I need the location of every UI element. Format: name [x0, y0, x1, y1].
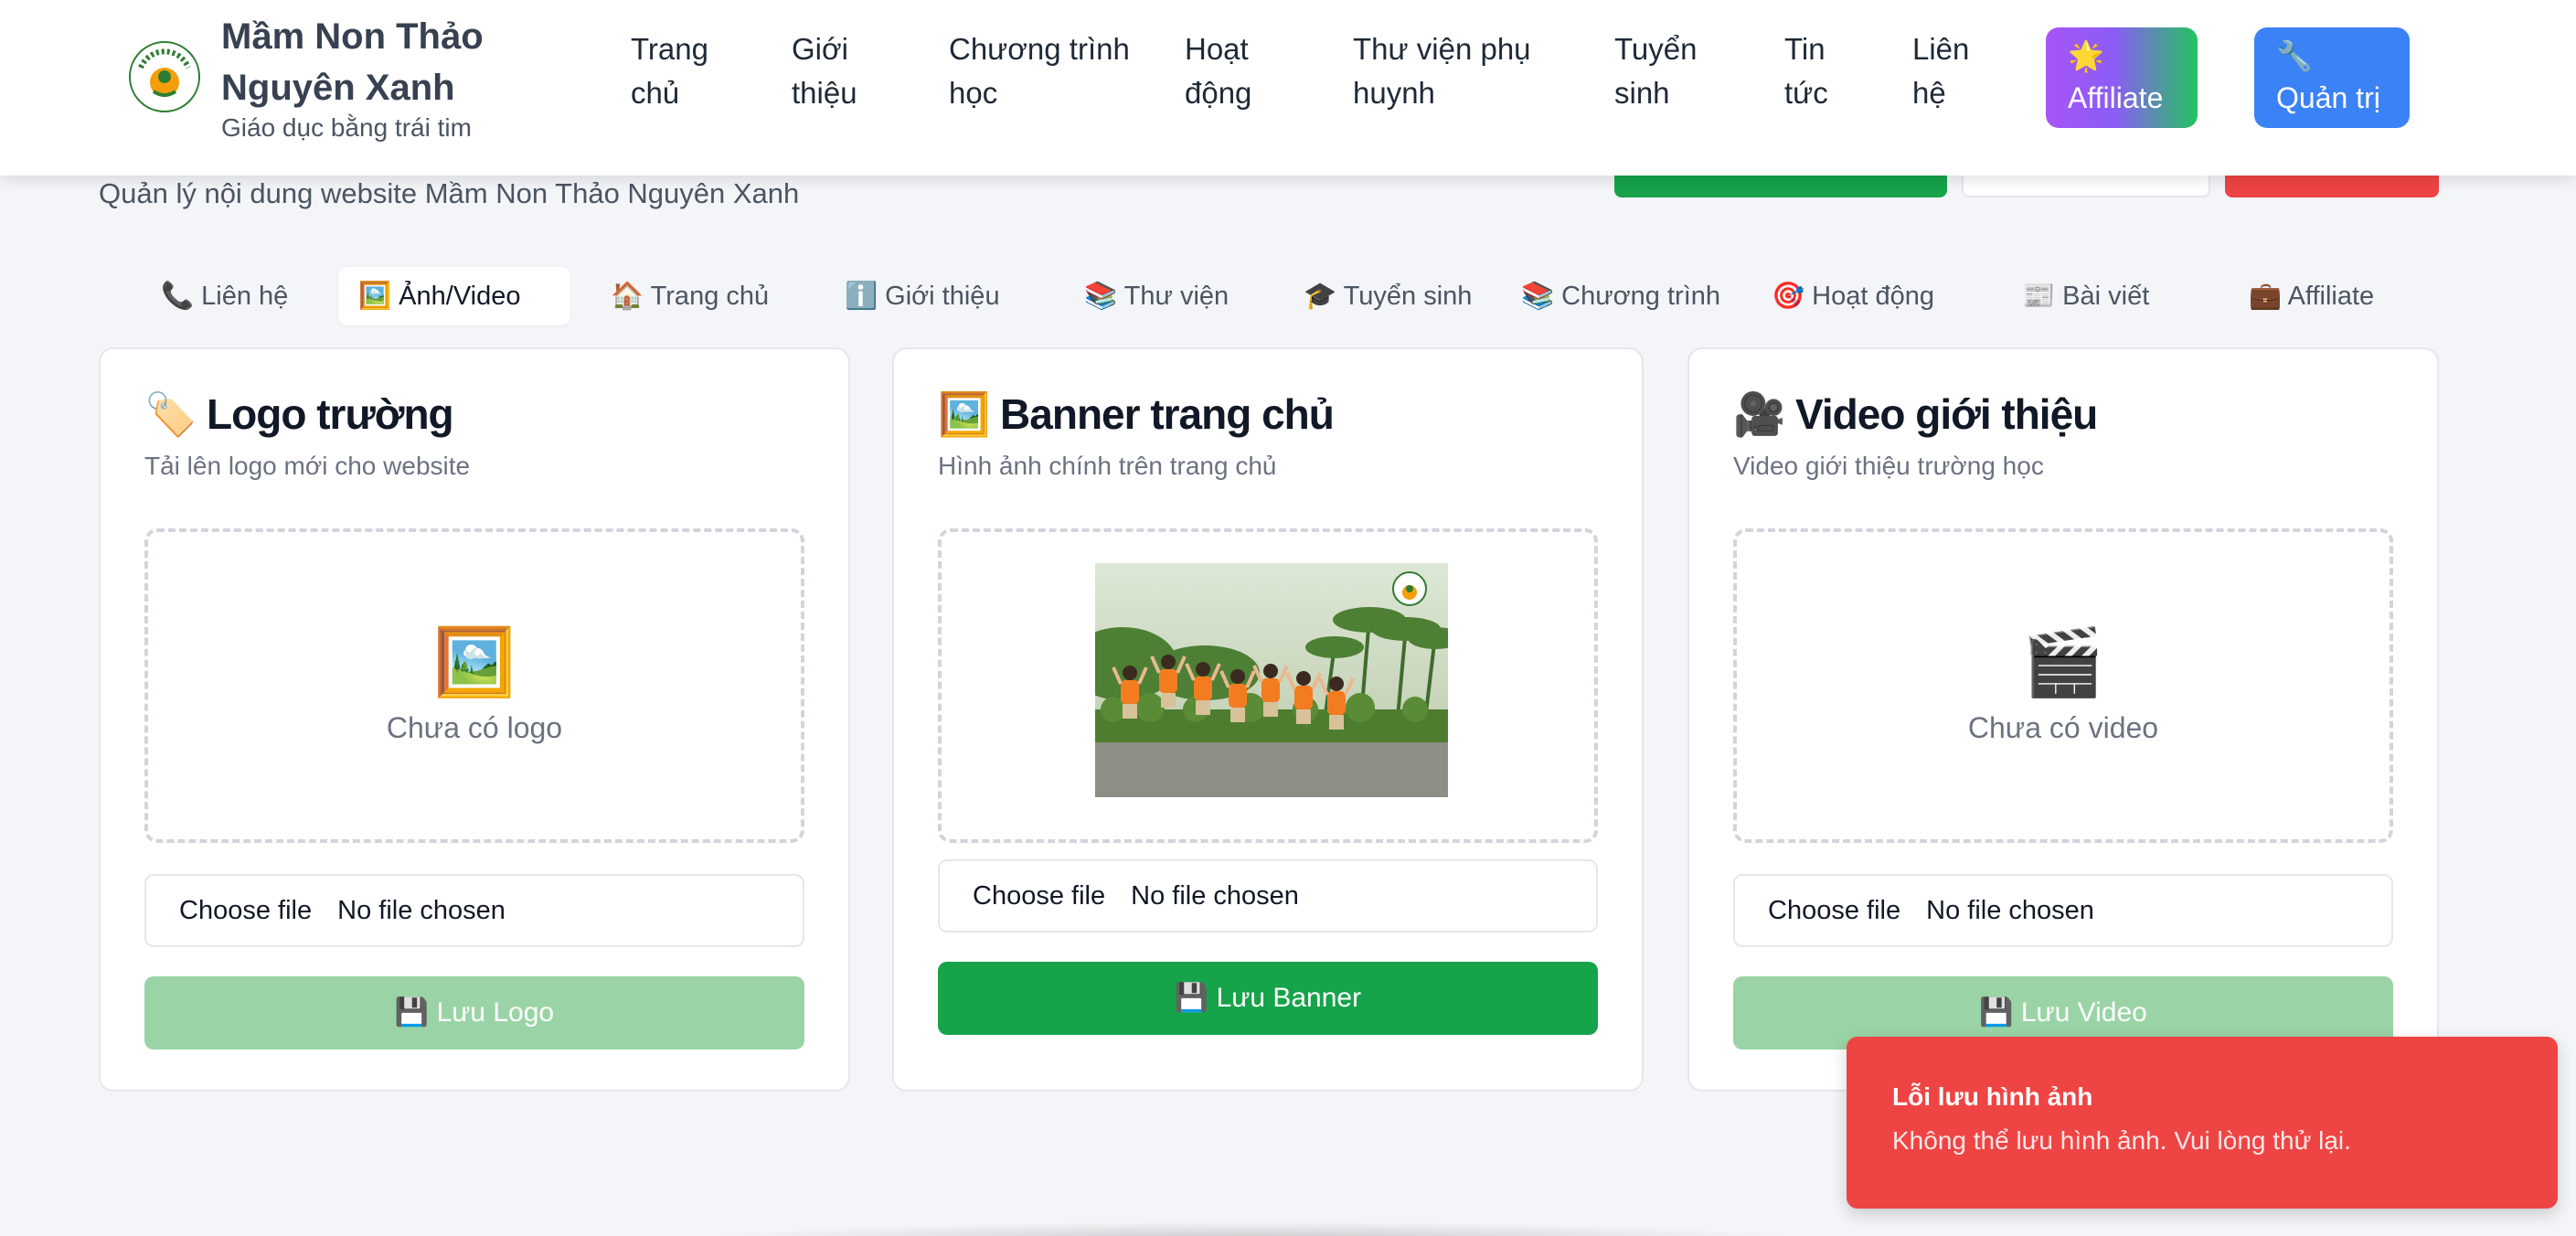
video-empty-text: Chưa có video: [1967, 711, 2159, 744]
toast-message: Không thể lưu hình ảnh. Vui lòng thử lại…: [1892, 1126, 2351, 1155]
tab-articles[interactable]: 📰 Bài viết: [2002, 267, 2169, 325]
video-file-input[interactable]: Choose file No file chosen: [1733, 874, 2393, 947]
nav-activities[interactable]: Hoạt động: [1185, 27, 1285, 115]
logo-file-input[interactable]: Choose file No file chosen: [144, 874, 804, 947]
nav-contact[interactable]: Liên hệ: [1912, 27, 1985, 115]
tab-media[interactable]: 🖼️ Ảnh/Video: [338, 267, 570, 325]
file-status: No file chosen: [1926, 896, 2094, 925]
tab-contact[interactable]: 📞 Liên hệ: [141, 267, 308, 325]
site-tagline: Giáo dục bằng trái tim: [221, 113, 472, 142]
tab-library[interactable]: 📚 Thư viện: [1064, 267, 1249, 325]
banner-dropzone[interactable]: [938, 528, 1598, 843]
bottom-shadow: [695, 1221, 1810, 1236]
banner-card: 🖼️ Banner trang chủ Hình ảnh chính trên …: [892, 347, 1644, 1092]
save-logo-button[interactable]: 💾 Lưu Logo: [144, 976, 804, 1050]
nav-programs[interactable]: Chương trình học: [949, 27, 1150, 115]
choose-file-button[interactable]: Choose file: [973, 881, 1105, 911]
video-dropzone[interactable]: 🎬 Chưa có video: [1733, 528, 2393, 843]
tab-activities[interactable]: 🎯 Hoạt động: [1751, 267, 1954, 325]
logo-dropzone[interactable]: 🖼️ Chưa có logo: [144, 528, 804, 843]
tab-admissions[interactable]: 🎓 Tuyển sinh: [1283, 267, 1492, 325]
video-card-description: Video giới thiệu trường học: [1733, 452, 2044, 480]
banner-file-input[interactable]: Choose file No file chosen: [938, 859, 1598, 932]
save-banner-button[interactable]: 💾 Lưu Banner: [938, 962, 1598, 1035]
logo-card: 🏷️ Logo trường Tải lên logo mới cho webs…: [99, 347, 850, 1092]
banner-card-description: Hình ảnh chính trên trang chủ: [938, 452, 1277, 480]
site-title[interactable]: Mầm Non Thảo Nguyên Xanh: [221, 11, 623, 113]
clapperboard-icon: 🎬: [2022, 626, 2104, 699]
error-toast[interactable]: Lỗi lưu hình ảnh Không thể lưu hình ảnh.…: [1847, 1037, 2558, 1209]
logo-empty-text: Chưa có logo: [386, 711, 563, 744]
tab-home[interactable]: 🏠 Trang chủ: [591, 267, 789, 325]
admin-button[interactable]: 🔧 Quản trị: [2254, 27, 2410, 128]
file-status: No file chosen: [1131, 881, 1299, 911]
toast-title: Lỗi lưu hình ảnh: [1892, 1082, 2093, 1111]
picture-icon: 🖼️: [433, 626, 516, 699]
banner-card-title: 🖼️ Banner trang chủ: [938, 390, 1335, 438]
banner-preview-image: [1095, 563, 1448, 797]
nav-home[interactable]: Trang chủ: [631, 27, 731, 115]
logo-card-description: Tải lên logo mới cho website: [144, 452, 471, 480]
school-logo[interactable]: [128, 40, 201, 113]
tab-programs[interactable]: 📚 Chương trình: [1501, 267, 1740, 325]
file-status: No file chosen: [337, 896, 506, 925]
tab-about[interactable]: ℹ️ Giới thiệu: [825, 267, 1020, 325]
site-header: Mầm Non Thảo Nguyên Xanh Giáo dục bằng t…: [0, 0, 2576, 176]
affiliate-button[interactable]: 🌟 Affiliate: [2046, 27, 2198, 128]
video-card-title: 🎥 Video giới thiệu: [1733, 390, 2098, 438]
logo-card-title: 🏷️ Logo trường: [144, 390, 454, 438]
nav-parent-library[interactable]: Thư viện phụ huynh: [1353, 27, 1572, 115]
choose-file-button[interactable]: Choose file: [1768, 896, 1900, 925]
nav-about[interactable]: Giới thiệu: [792, 27, 892, 115]
choose-file-button[interactable]: Choose file: [179, 896, 312, 925]
tab-affiliate[interactable]: 💼 Affiliate: [2229, 267, 2394, 325]
nav-news[interactable]: Tin tức: [1784, 27, 1857, 115]
page-subtitle: Quản lý nội dung website Mầm Non Thảo Ng…: [99, 177, 800, 209]
video-card: 🎥 Video giới thiệu Video giới thiệu trườ…: [1687, 347, 2439, 1092]
nav-admissions[interactable]: Tuyển sinh: [1614, 27, 1715, 115]
